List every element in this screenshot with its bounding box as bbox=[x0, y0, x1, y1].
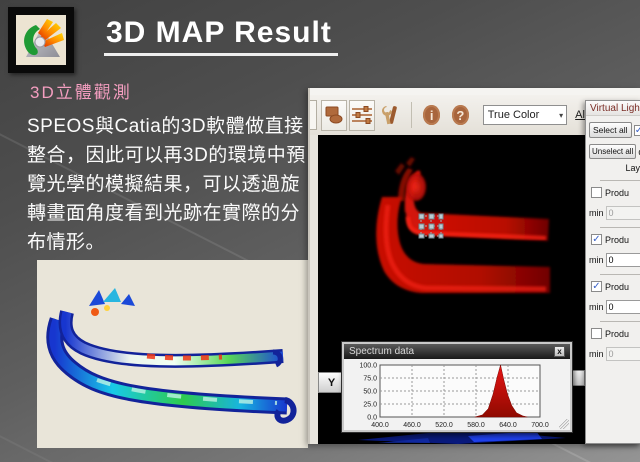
page-title: 3D MAP Result bbox=[104, 16, 338, 56]
layer-checkbox[interactable] bbox=[591, 234, 602, 245]
divider bbox=[600, 180, 640, 181]
light-guide-figure bbox=[37, 260, 308, 448]
min-value-input[interactable] bbox=[606, 253, 640, 267]
toolbar-separator bbox=[411, 102, 412, 128]
spectrum-window-title: Spectrum data bbox=[349, 346, 554, 357]
svg-text:520.0: 520.0 bbox=[435, 422, 453, 429]
help-button[interactable]: ? bbox=[452, 105, 469, 125]
layer-label: Produ bbox=[605, 188, 629, 198]
color-mode-dropdown[interactable]: True Color ▾ bbox=[483, 105, 567, 125]
fea-render-image bbox=[37, 260, 308, 448]
selection-handles[interactable] bbox=[418, 213, 444, 239]
min-label: min bbox=[589, 255, 604, 265]
layer-checkbox[interactable] bbox=[591, 187, 602, 198]
divider bbox=[600, 321, 640, 322]
info-button[interactable]: i bbox=[423, 105, 440, 125]
partial-toolbar-button[interactable] bbox=[310, 100, 317, 130]
speos-logo-icon bbox=[16, 15, 66, 65]
svg-text:640.0: 640.0 bbox=[499, 422, 517, 429]
layer-label: Produ bbox=[605, 329, 629, 339]
divider bbox=[600, 274, 640, 275]
layer-checkbox[interactable] bbox=[591, 328, 602, 339]
3d-viewport[interactable]: Y Spectrum data x 0.0 25.0 50.0 75.0 100.0 40… bbox=[318, 135, 585, 444]
layer-checkbox[interactable] bbox=[591, 281, 602, 292]
tools-icon bbox=[382, 103, 402, 127]
layer-column-label: Lay bbox=[586, 163, 640, 173]
window-top-strip bbox=[310, 88, 640, 95]
spectrum-data-window[interactable]: Spectrum data x 0.0 25.0 50.0 75.0 100.0 400.… bbox=[342, 342, 572, 432]
spectrum-chart-area: 0.0 25.0 50.0 75.0 100.0 400.0 460.0 520.0 580.0… bbox=[344, 359, 570, 430]
shapes-icon bbox=[324, 105, 344, 125]
min-value-input[interactable] bbox=[606, 300, 640, 314]
svg-text:50.0: 50.0 bbox=[363, 389, 377, 396]
sliders-tool-button[interactable] bbox=[349, 100, 375, 131]
spectrum-window-titlebar[interactable]: Spectrum data x bbox=[344, 344, 570, 359]
spectrum-chart: 0.0 25.0 50.0 75.0 100.0 400.0 460.0 520.0 580.0… bbox=[344, 359, 570, 430]
layer-label: Produ bbox=[605, 282, 629, 292]
info-icon: i bbox=[430, 108, 434, 123]
select-all-button[interactable]: Select all bbox=[589, 122, 632, 138]
min-label: min bbox=[589, 349, 604, 359]
software-screenshot: i ? True Color ▾ All wavelengt bbox=[308, 88, 640, 444]
color-mode-value: True Color bbox=[488, 109, 540, 121]
virtual-lighting-panel: Virtual Lighting Select all Unselect all… bbox=[585, 100, 640, 444]
y-axis-label: Y bbox=[328, 377, 335, 389]
chevron-down-icon: ▾ bbox=[559, 111, 563, 120]
speos-logo bbox=[8, 7, 74, 73]
min-value-input[interactable] bbox=[606, 206, 640, 220]
svg-text:100.0: 100.0 bbox=[359, 363, 377, 370]
svg-text:400.0: 400.0 bbox=[371, 422, 389, 429]
svg-text:460.0: 460.0 bbox=[403, 422, 421, 429]
min-label: min bbox=[589, 208, 604, 218]
header-checkbox[interactable] bbox=[634, 125, 640, 136]
y-axis-ruler: Y bbox=[318, 372, 345, 393]
resize-grip[interactable] bbox=[559, 419, 569, 429]
svg-text:25.0: 25.0 bbox=[363, 402, 377, 409]
close-icon[interactable]: x bbox=[554, 346, 565, 357]
shapes-tool-button[interactable] bbox=[321, 100, 347, 131]
min-label: min bbox=[589, 302, 604, 312]
min-value-input[interactable] bbox=[606, 347, 640, 361]
unselect-all-button[interactable]: Unselect all bbox=[589, 144, 636, 159]
ruler-fragment bbox=[571, 370, 585, 386]
section-label: 3D立體觀測 bbox=[30, 78, 132, 103]
panel-title: Virtual Lighting bbox=[586, 101, 640, 116]
svg-text:580.0: 580.0 bbox=[467, 422, 485, 429]
help-icon: ? bbox=[456, 108, 464, 123]
body-paragraph: SPEOS與Catia的3D軟體做直接整合，因此可以再3D的環境中預覽光學的模擬… bbox=[27, 112, 313, 257]
svg-text:75.0: 75.0 bbox=[363, 376, 377, 383]
svg-text:0.0: 0.0 bbox=[367, 415, 377, 422]
options-tool-button[interactable] bbox=[379, 100, 404, 131]
layer-label: Produ bbox=[605, 235, 629, 245]
divider bbox=[600, 227, 640, 228]
svg-text:700.0: 700.0 bbox=[531, 422, 549, 429]
sliders-icon bbox=[351, 105, 373, 125]
